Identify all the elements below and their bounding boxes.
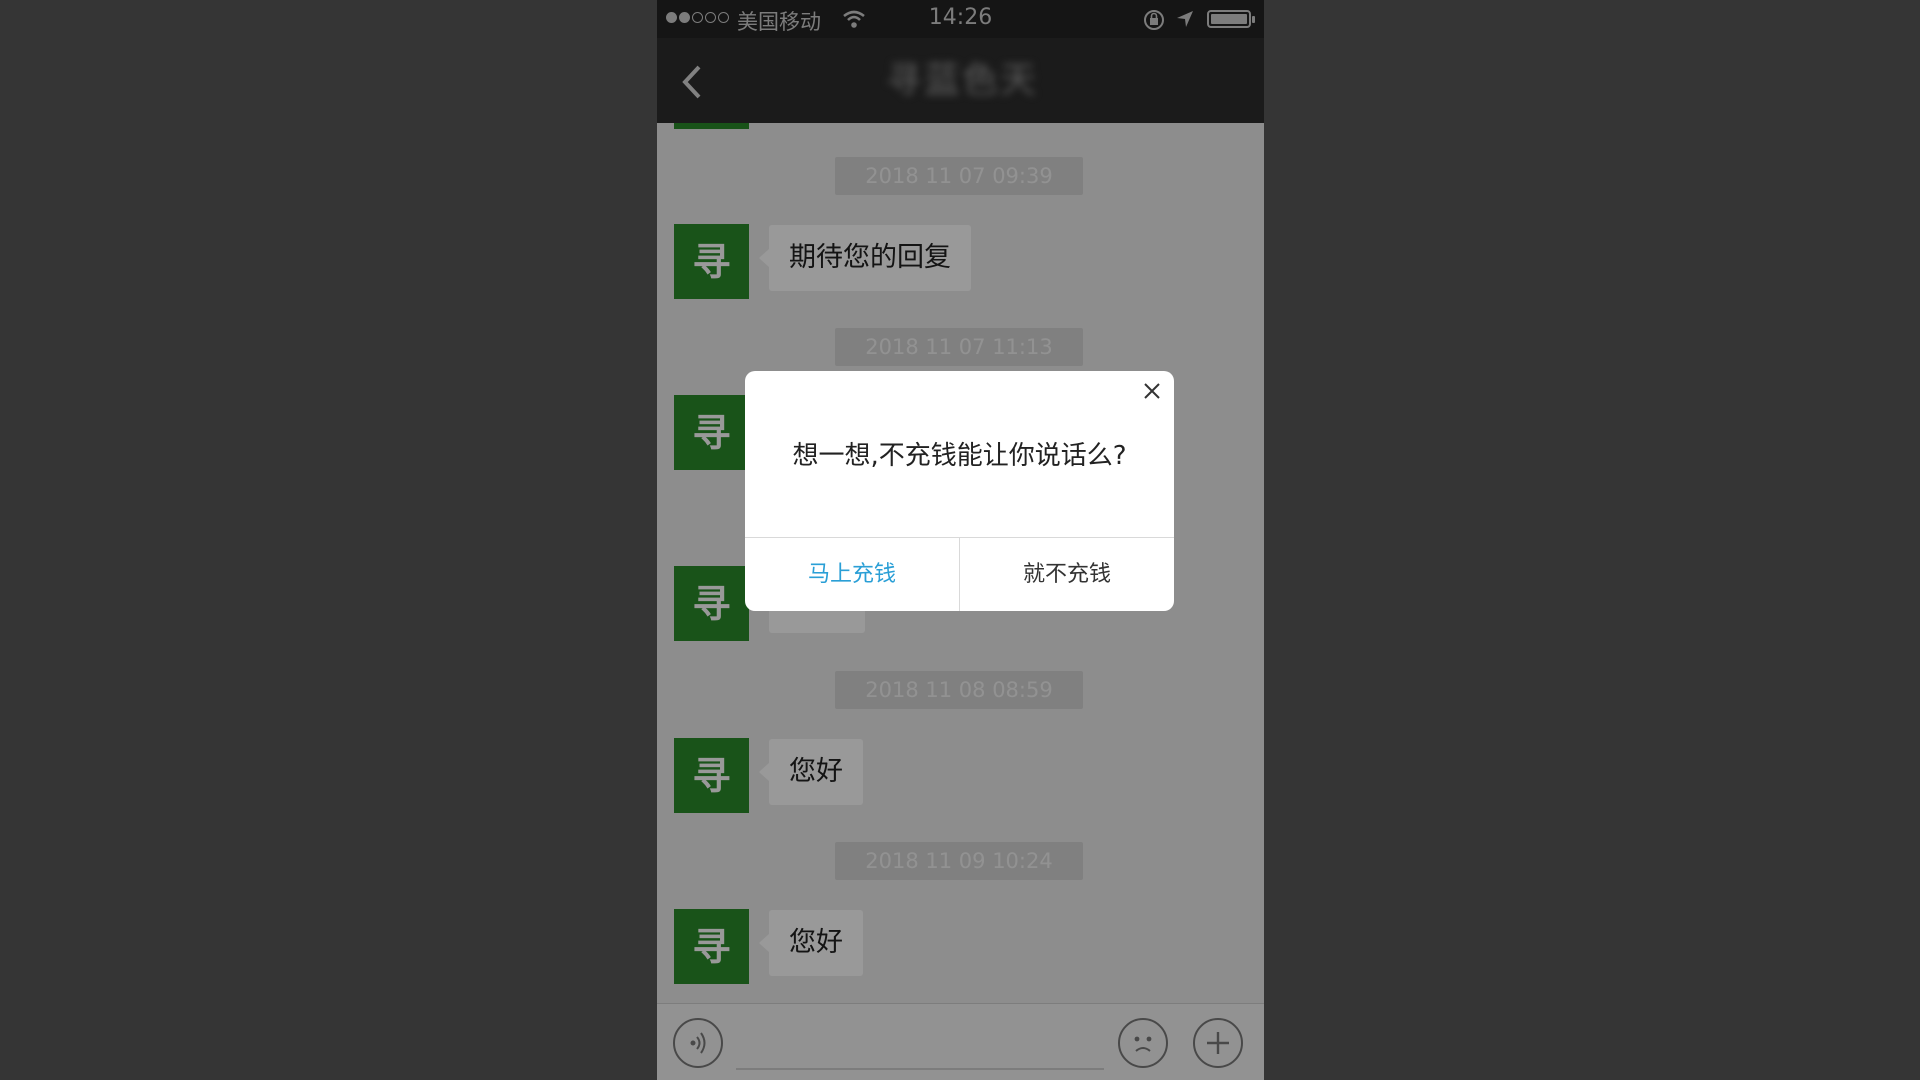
dialog-actions: 马上充钱 就不充钱 (745, 537, 1174, 611)
dialog-message: 想一想,不充钱能让你说话么? (792, 441, 1127, 471)
phone-screen: 美国移动 14:26 寻蓝色天 2018 11 07 09:39 寻 期待您的回… (657, 0, 1264, 1080)
recharge-dialog: 想一想,不充钱能让你说话么? 马上充钱 就不充钱 (745, 371, 1174, 611)
close-icon[interactable] (1140, 379, 1164, 403)
recharge-now-button[interactable]: 马上充钱 (745, 538, 960, 611)
no-recharge-button[interactable]: 就不充钱 (960, 538, 1174, 611)
